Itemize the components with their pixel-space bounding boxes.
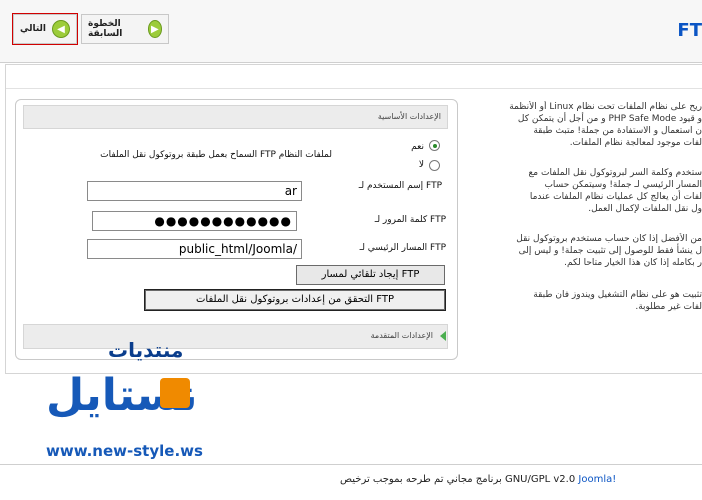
- description-line: لفات موجود لمعالجة نظام الملفات.: [569, 138, 702, 148]
- arrow-left-icon: ▶: [147, 20, 162, 38]
- advanced-settings-toggle[interactable]: الإعدادات المتقدمة: [23, 324, 448, 349]
- description-line: تثبيت هو على نظام التشغيل ويندوز فان طبق…: [533, 290, 702, 300]
- ftp-root-input[interactable]: public_html/Joomla/: [87, 239, 302, 259]
- watermark-url: www.new-style.ws: [46, 442, 203, 460]
- description-line: و قيود PHP Safe Mode و من أجل أن يتمكن ك…: [517, 114, 702, 124]
- enable-no-radio[interactable]: [429, 160, 440, 171]
- ftp-username-label: إسم المستخدم لـ FTP: [358, 181, 442, 191]
- verify-ftp-settings-button[interactable]: التحقق من إعدادات بروتوكول نقل الملفات F…: [144, 289, 446, 311]
- description-line: لفات أن يعالج كل عمليات نظام الملفات عند…: [529, 192, 702, 202]
- enable-ftp-label: السماح بعمل طبقة بروتوكول نقل الملفات FT…: [100, 150, 332, 160]
- description-paragraph-4: تثبيت هو على نظام التشغيل ويندوز فان طبق…: [470, 289, 702, 313]
- watermark-accent: [160, 378, 190, 408]
- description-line: ريح على نظام الملفات تحت نظام Linux أو ا…: [509, 102, 702, 112]
- description-line: ر بكامله إذا كان هذا الخيار متاحا لكم.: [564, 258, 702, 268]
- enable-yes-radio[interactable]: [429, 140, 440, 151]
- description-line: ول نقل الملفات لإكمال العمل.: [588, 204, 702, 214]
- previous-button-label: الخطوة السابقة: [88, 19, 123, 39]
- autofind-ftp-path-button[interactable]: إيجاد تلقائي لمسار FTP: [296, 265, 445, 285]
- page-title: FT: [677, 20, 702, 41]
- footer-text: برنامج مجاني تم طرحه بموجب ترخيص GNU/GPL…: [340, 474, 576, 485]
- description-line: لفات غير مطلوبة.: [635, 302, 702, 312]
- next-button-label: التالي: [20, 24, 47, 34]
- watermark-word: منتديات: [108, 338, 184, 362]
- ftp-username-input[interactable]: ar: [87, 181, 302, 201]
- ftp-password-input[interactable]: ●●●●●●●●●●●●: [92, 211, 297, 231]
- next-button[interactable]: التالي ◀: [12, 13, 78, 45]
- ftp-password-label: كلمة المرور لـ FTP: [374, 215, 446, 225]
- footer-divider: [0, 464, 702, 465]
- expand-arrow-icon[interactable]: [440, 331, 446, 341]
- no-label: لا: [418, 160, 424, 170]
- footer: برنامج مجاني تم طرحه بموجب ترخيص GNU/GPL…: [340, 474, 616, 485]
- description-paragraph-1: ريح على نظام الملفات تحت نظام Linux أو ا…: [470, 101, 702, 149]
- description-paragraph-3: من الأفضل إذا كان حساب مستخدم بروتوكول ن…: [470, 233, 702, 269]
- arrow-right-icon: ◀: [52, 20, 70, 38]
- yes-label: نعم: [411, 142, 424, 152]
- description-line: المسار الرئيسي لـ جملة! وسيتمكن حساب: [544, 180, 702, 190]
- description-line: من الأفضل إذا كان حساب مستخدم بروتوكول ن…: [516, 234, 702, 244]
- ftp-root-label: المسار الرئيسي لـ FTP: [359, 243, 446, 253]
- content-divider: [6, 88, 702, 89]
- previous-button[interactable]: الخطوة السابقة ▶: [81, 14, 169, 44]
- description-line: ل ينشأ فقط للوصول إلى تثبيت جملة! و ليس …: [518, 246, 702, 256]
- description-line: ن استعمال و الاستفادة من جملة! متبث طبقة: [533, 126, 702, 136]
- joomla-link[interactable]: Joomla!: [578, 474, 616, 485]
- description-line: ستخدم وكلمة السر لبروتوكول نقل الملفات م…: [528, 168, 702, 178]
- description-paragraph-2: ستخدم وكلمة السر لبروتوكول نقل الملفات م…: [470, 167, 702, 215]
- basic-settings-header: الإعدادات الأساسية: [23, 105, 448, 129]
